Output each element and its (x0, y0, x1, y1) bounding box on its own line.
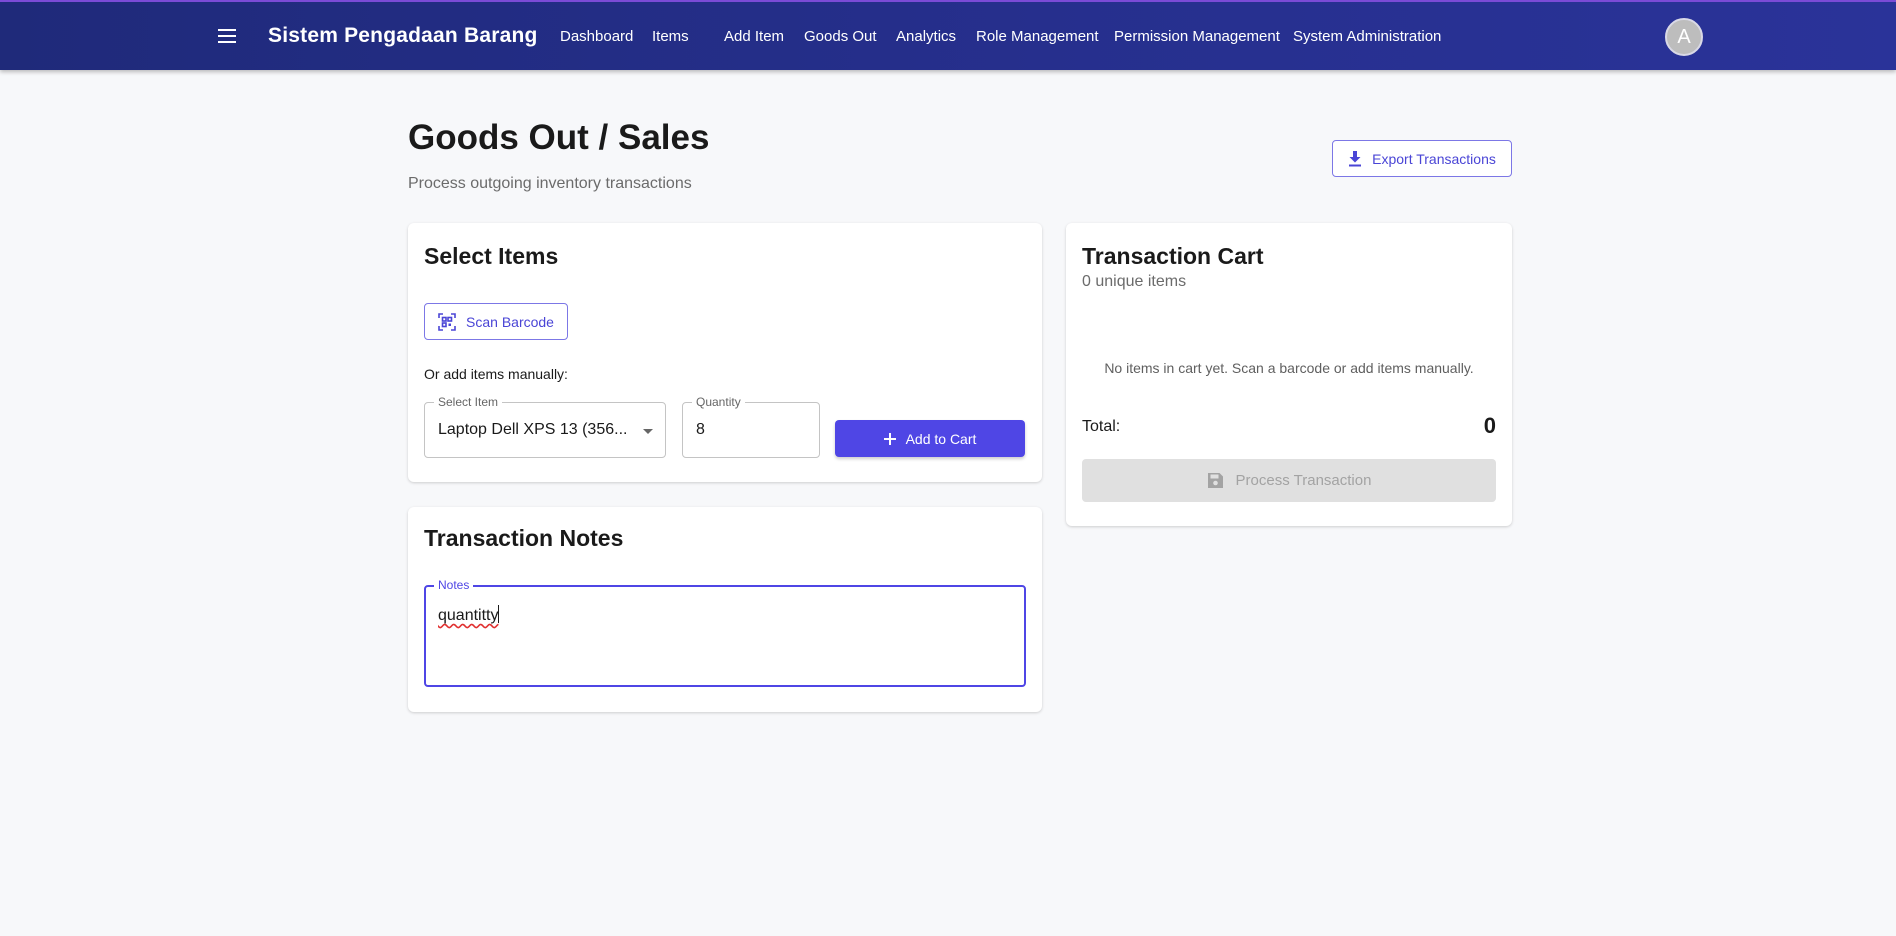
quantity-input[interactable]: Quantity 8 (682, 395, 820, 458)
plus-icon (883, 432, 896, 445)
nav-add-item[interactable]: Add Item (724, 28, 784, 45)
transaction-notes-title: Transaction Notes (424, 525, 624, 551)
add-to-cart-button[interactable]: Add to Cart (835, 420, 1025, 457)
download-icon (1349, 150, 1362, 166)
export-transactions-label: Export Transactions (1372, 150, 1496, 167)
transaction-cart-title: Transaction Cart (1082, 243, 1264, 269)
cart-item-count: 0 unique items (1082, 273, 1187, 290)
transaction-notes-card: Transaction Notes Notes quantitty (408, 507, 1042, 712)
notes-label: Notes (434, 578, 474, 592)
select-item-dropdown[interactable]: Select Item Laptop Dell XPS 13 (356... (424, 395, 666, 458)
text-cursor (498, 605, 500, 623)
add-to-cart-label: Add to Cart (905, 430, 977, 447)
save-icon (1207, 473, 1223, 488)
total-value: 0 (1483, 413, 1496, 438)
nav-system-administration[interactable]: System Administration (1293, 28, 1441, 45)
page-title: Goods Out / Sales (408, 118, 710, 157)
manual-add-label: Or add items manually: (424, 366, 568, 382)
scan-barcode-label: Scan Barcode (466, 313, 554, 330)
quantity-value: 8 (696, 421, 705, 438)
process-transaction-button[interactable]: Process Transaction (1082, 459, 1496, 502)
scan-barcode-button[interactable]: Scan Barcode (424, 303, 568, 340)
chevron-down-icon (643, 429, 653, 434)
nav-items[interactable]: Items (652, 28, 689, 45)
page-subtitle: Process outgoing inventory transactions (408, 175, 692, 192)
transaction-cart-card: Transaction Cart 0 unique items No items… (1066, 223, 1512, 526)
app-title[interactable]: Sistem Pengadaan Barang (268, 24, 538, 48)
select-item-label: Select Item (434, 395, 503, 409)
app-bar: Sistem Pengadaan Barang Dashboard Items … (0, 0, 1896, 70)
select-items-title: Select Items (424, 243, 559, 269)
nav-role-management[interactable]: Role Management (976, 28, 1099, 45)
notes-text: quantitty (438, 605, 500, 625)
nav-dashboard[interactable]: Dashboard (560, 28, 633, 45)
select-item-value: Laptop Dell XPS 13 (356... (438, 421, 628, 438)
notes-value: quantitty (438, 607, 499, 624)
nav-analytics[interactable]: Analytics (896, 28, 956, 45)
quantity-label: Quantity (692, 395, 745, 409)
select-items-card: Select Items Scan Barcode Or add items m… (408, 223, 1042, 482)
user-avatar[interactable]: A (1665, 18, 1703, 56)
cart-empty-message: No items in cart yet. Scan a barcode or … (1104, 360, 1474, 376)
nav-goods-out[interactable]: Goods Out (804, 28, 877, 45)
notes-textarea[interactable]: Notes quantitty (424, 578, 1026, 687)
process-transaction-label: Process Transaction (1235, 472, 1372, 489)
nav-permission-management[interactable]: Permission Management (1114, 28, 1280, 45)
qr-scan-icon (438, 312, 456, 331)
total-label: Total: (1082, 418, 1121, 435)
export-transactions-button[interactable]: Export Transactions (1332, 140, 1512, 177)
menu-icon[interactable] (212, 21, 242, 51)
